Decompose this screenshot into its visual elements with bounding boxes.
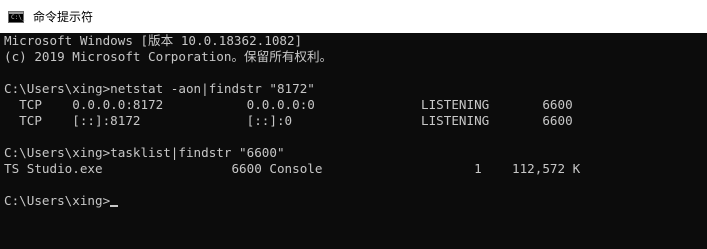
current-prompt-line[interactable]: C:\Users\xing> (4, 193, 119, 209)
tasklist-row: TS Studio.exe 6600 Console 1 112,572 K (4, 161, 581, 176)
netstat-row-ipv4: TCP 0.0.0.0:8172 0.0.0.0:0 LISTENING 660… (4, 97, 573, 112)
text-cursor (110, 205, 119, 207)
banner-version-line: Microsoft Windows [版本 10.0.18362.1082] (4, 33, 303, 48)
prompt-text: C:\Users\xing> (4, 193, 111, 208)
netstat-row-ipv6: TCP [::]:8172 [::]:0 LISTENING 6600 (4, 113, 573, 128)
banner-copyright-line: (c) 2019 Microsoft Corporation。保留所有权利。 (4, 49, 333, 64)
window-title: 命令提示符 (33, 10, 94, 24)
cmd-icon[interactable]: C:\_ (8, 10, 26, 23)
title-bar[interactable]: C:\_ 命令提示符 (0, 0, 707, 33)
netstat-command-line: C:\Users\xing>netstat -aon|findstr "8172… (4, 81, 315, 96)
command-prompt-window: C:\_ 命令提示符 Microsoft Windows [版本 10.0.18… (0, 0, 707, 249)
cmd-icon-glyph: C:\_ (11, 13, 26, 21)
tasklist-command-line: C:\Users\xing>tasklist|findstr "6600" (4, 145, 285, 160)
console-output[interactable]: Microsoft Windows [版本 10.0.18362.1082] (… (0, 33, 707, 249)
